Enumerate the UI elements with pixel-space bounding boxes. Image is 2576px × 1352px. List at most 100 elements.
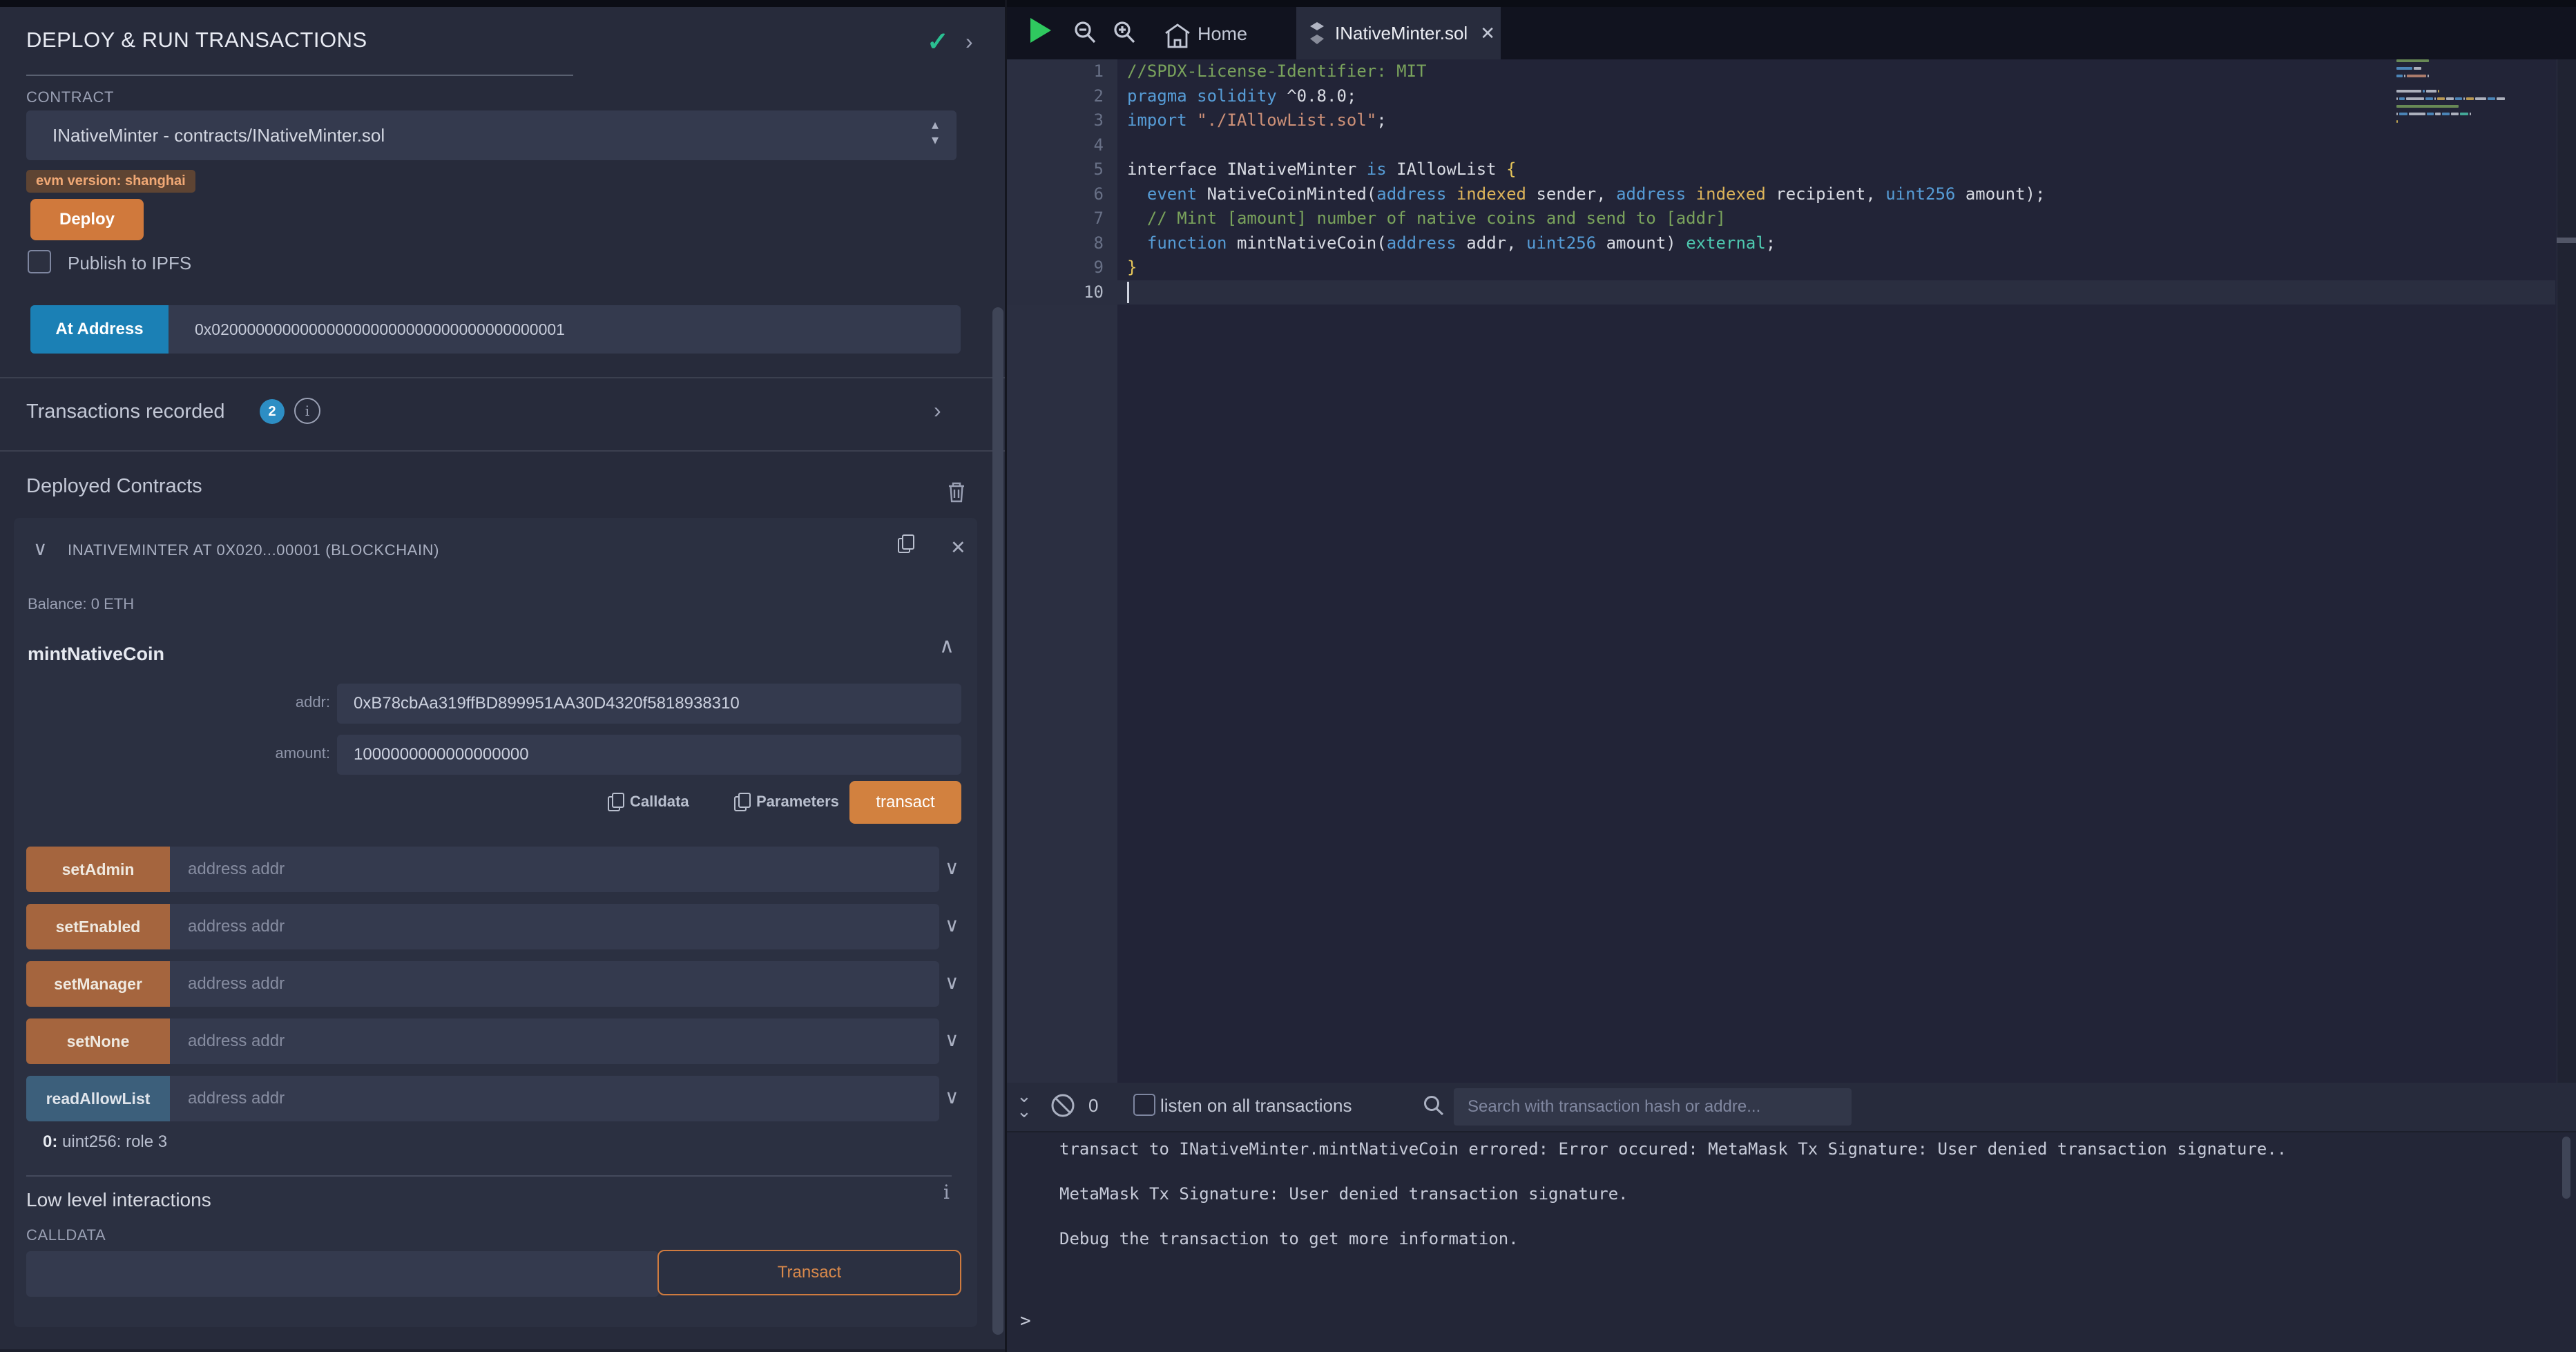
call-result: 0: uint256: role 3 [43, 1132, 167, 1152]
expand-chevron-icon[interactable]: ∨ [945, 856, 959, 879]
zoom-out-icon[interactable] [1072, 19, 1099, 47]
expand-chevron-icon[interactable]: ∨ [945, 1028, 959, 1051]
at-address-input[interactable] [169, 305, 961, 354]
info-icon[interactable]: i [294, 398, 320, 424]
terminal-scrollbar[interactable] [2562, 1137, 2570, 1199]
setenabled-input[interactable] [170, 904, 939, 949]
call-result-index: 0: [43, 1132, 57, 1151]
setnone-button[interactable]: setNone [26, 1018, 170, 1064]
terminal-log-line: MetaMask Tx Signature: User denied trans… [1059, 1184, 1628, 1204]
terminal-prompt[interactable]: > [1020, 1311, 1031, 1331]
transactions-count-badge: 2 [260, 399, 285, 424]
expand-chevron-icon[interactable]: ∨ [945, 914, 959, 936]
instance-collapse-chevron-icon[interactable]: ∨ [33, 537, 48, 560]
copy-calldata-button[interactable]: Calldata [608, 793, 689, 811]
readallowlist-button[interactable]: readAllowList [26, 1076, 170, 1121]
terminal-log-line: Debug the transaction to get more inform… [1059, 1229, 1519, 1248]
file-tab-label: INativeMinter.sol [1335, 23, 1468, 44]
instance-balance: Balance: 0 ETH [28, 595, 134, 613]
setmanager-button[interactable]: setManager [26, 961, 170, 1007]
publish-ipfs-checkbox[interactable] [28, 250, 51, 273]
function-row-setenabled: setEnabled ∨ [26, 904, 965, 949]
function-row-setnone: setNone ∨ [26, 1018, 965, 1064]
deploy-button[interactable]: Deploy [30, 199, 144, 240]
search-icon [1421, 1094, 1446, 1119]
addr-field-label: addr: [173, 693, 330, 711]
terminal-block-count: 0 [1088, 1095, 1098, 1117]
code-editor[interactable]: 12345678910 //SPDX-License-Identifier: M… [1007, 59, 2576, 1083]
contract-select[interactable]: INativeMinter - contracts/INativeMinter.… [26, 110, 957, 160]
run-script-play-icon[interactable] [1030, 18, 1051, 43]
divider [26, 1175, 952, 1177]
copy-icon [734, 793, 749, 811]
readallowlist-input[interactable] [170, 1076, 939, 1121]
file-tab-inativeminter[interactable]: INativeMinter.sol ✕ [1296, 7, 1501, 59]
block-icon[interactable] [1048, 1091, 1077, 1120]
function-row-setadmin: setAdmin ∨ [26, 847, 965, 892]
remix-ide-window: DEPLOY & RUN TRANSACTIONS ✓ › CONTRACT I… [0, 0, 2576, 1352]
home-tab[interactable]: Home [1198, 23, 1247, 45]
zoom-in-icon[interactable] [1111, 19, 1139, 47]
expand-chevron-icon[interactable]: ∨ [945, 971, 959, 994]
text-cursor [1127, 282, 1129, 303]
contract-select-value: INativeMinter - contracts/INativeMinter.… [52, 125, 385, 146]
copy-parameters-button[interactable]: Parameters [734, 793, 839, 811]
amount-field-label: amount: [173, 744, 330, 762]
evm-version-badge: evm version: shanghai [26, 170, 195, 193]
copy-parameters-label: Parameters [756, 793, 839, 811]
calldata-input[interactable] [26, 1251, 659, 1297]
select-arrows-icon: ▴▾ [932, 117, 939, 148]
editor-scrollbar-track[interactable] [2557, 59, 2576, 1083]
editor-minimap[interactable] [2396, 59, 2535, 149]
function-collapse-chevron-icon[interactable]: ∧ [939, 634, 954, 658]
transactions-chevron-right-icon[interactable]: › [934, 398, 941, 423]
panel-title: DEPLOY & RUN TRANSACTIONS [26, 28, 367, 52]
transactions-recorded-label: Transactions recorded [26, 400, 224, 423]
publish-ipfs-label: Publish to IPFS [68, 253, 191, 274]
instance-close-icon[interactable]: ✕ [950, 537, 966, 559]
current-line-highlight [1007, 280, 2555, 305]
copy-icon [608, 793, 623, 811]
contract-label: CONTRACT [26, 88, 114, 106]
copy-calldata-label: Calldata [630, 793, 689, 811]
expand-chevron-icon[interactable]: ∨ [945, 1085, 959, 1108]
deployed-contracts-header: Deployed Contracts [26, 475, 202, 498]
terminal-search-input[interactable] [1454, 1088, 1852, 1126]
editor-scrollbar-handle[interactable] [2557, 238, 2576, 243]
call-result-value: uint256: role 3 [57, 1132, 167, 1151]
panel-scrollbar[interactable] [992, 307, 1003, 1335]
setadmin-button[interactable]: setAdmin [26, 847, 170, 892]
low-level-header: Low level interactions [26, 1189, 211, 1211]
function-row-setmanager: setManager ∨ [26, 961, 965, 1007]
title-underline [26, 75, 573, 76]
copy-address-icon[interactable] [898, 534, 913, 552]
info-icon[interactable]: i [943, 1181, 950, 1204]
panel-bottom-strip [0, 1349, 1005, 1352]
low-level-transact-button[interactable]: Transact [657, 1250, 961, 1295]
terminal-collapse-icon[interactable]: ⌄⌄ [1017, 1088, 1032, 1119]
instance-title: INATIVEMINTER AT 0X020...00001 (BLOCKCHA… [68, 541, 439, 559]
panel-chevron-right-icon[interactable]: › [965, 29, 973, 55]
transact-button[interactable]: transact [849, 781, 961, 824]
setnone-input[interactable] [170, 1018, 939, 1064]
terminal: ⌄⌄ 0 listen on all transactions transact… [1007, 1083, 2576, 1352]
amount-field-input[interactable] [337, 735, 961, 775]
addr-field-input[interactable] [337, 684, 961, 724]
top-strip [0, 0, 2576, 7]
compile-success-check-icon: ✓ [927, 26, 949, 57]
deploy-run-panel: DEPLOY & RUN TRANSACTIONS ✓ › CONTRACT I… [0, 7, 1005, 1352]
at-address-button[interactable]: At Address [30, 305, 169, 354]
calldata-label: CALLDATA [26, 1226, 106, 1244]
trash-icon[interactable] [946, 481, 967, 504]
function-row-readallowlist: readAllowList ∨ [26, 1076, 965, 1121]
terminal-log-line: transact to INativeMinter.mintNativeCoin… [1059, 1139, 2287, 1159]
listen-all-transactions-checkbox[interactable] [1133, 1094, 1155, 1116]
home-tab-icon[interactable] [1163, 22, 1192, 50]
setmanager-input[interactable] [170, 961, 939, 1007]
solidity-file-icon [1307, 19, 1327, 47]
setenabled-button[interactable]: setEnabled [26, 904, 170, 949]
setadmin-input[interactable] [170, 847, 939, 892]
tab-close-icon[interactable]: ✕ [1480, 23, 1495, 44]
function-name-mintnativecoin: mintNativeCoin [28, 644, 164, 665]
listen-all-transactions-label: listen on all transactions [1160, 1095, 1352, 1117]
